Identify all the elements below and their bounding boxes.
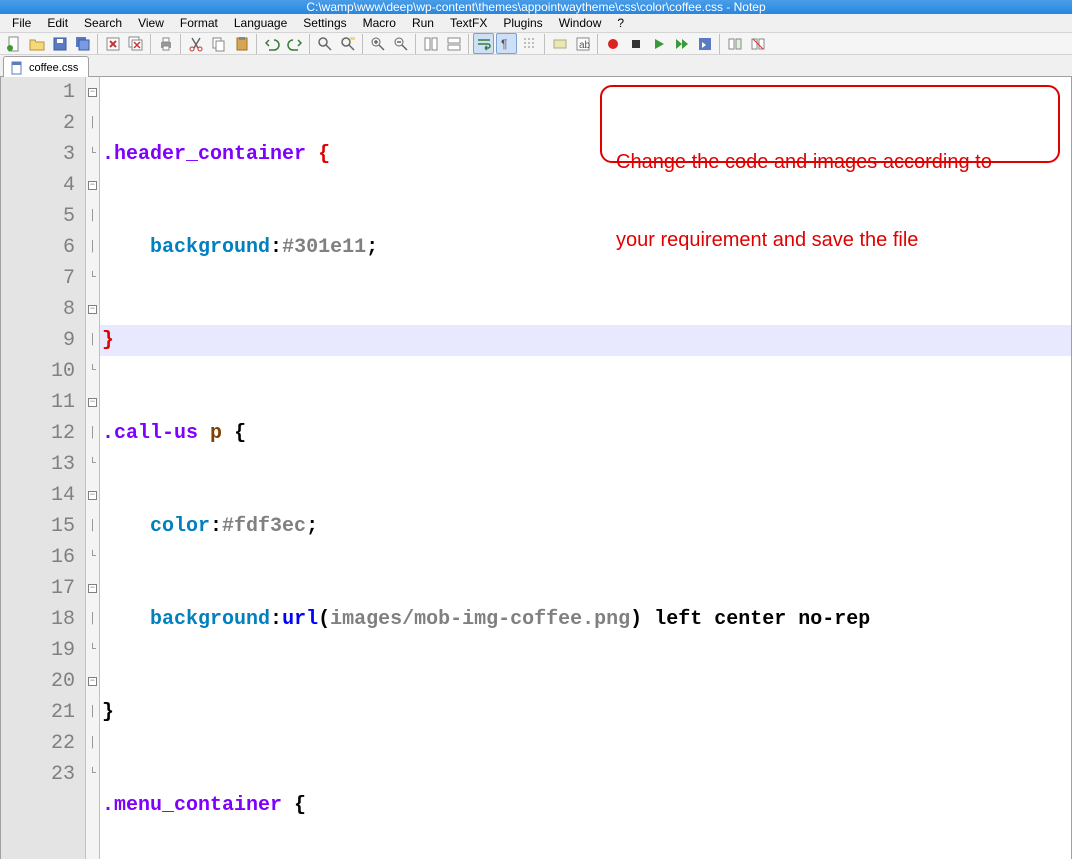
menu-help[interactable]: ?: [609, 14, 632, 32]
print-button[interactable]: [155, 33, 176, 54]
func-list-button[interactable]: ab: [572, 33, 593, 54]
tab-bar: coffee.css: [0, 55, 1072, 77]
replace-button[interactable]: [337, 33, 358, 54]
menu-language[interactable]: Language: [226, 14, 295, 32]
sync-v-button[interactable]: [420, 33, 441, 54]
menu-format[interactable]: Format: [172, 14, 226, 32]
editor: 1 2 3 4 5 6 7 8 9 10 11 12 13 14 15 16 1…: [0, 77, 1072, 859]
sync-h-button[interactable]: [443, 33, 464, 54]
zoom-in-button[interactable]: [367, 33, 388, 54]
fold-icon[interactable]: −: [88, 491, 97, 500]
annotation-callout: Change the code and images according to …: [600, 85, 1060, 163]
menu-bar: File Edit Search View Format Language Se…: [0, 14, 1072, 32]
code-area[interactable]: .header_container { background:#301e11; …: [100, 77, 1071, 859]
record-macro-button[interactable]: [602, 33, 623, 54]
menu-settings[interactable]: Settings: [295, 14, 354, 32]
svg-text:¶: ¶: [501, 37, 507, 51]
redo-button[interactable]: [284, 33, 305, 54]
save-all-button[interactable]: [72, 33, 93, 54]
zoom-out-button[interactable]: [390, 33, 411, 54]
file-icon: [10, 61, 24, 75]
close-all-button[interactable]: [125, 33, 146, 54]
new-button[interactable]: [3, 33, 24, 54]
show-all-chars-button[interactable]: ¶: [496, 33, 517, 54]
cut-button[interactable]: [185, 33, 206, 54]
menu-window[interactable]: Window: [551, 14, 610, 32]
menu-search[interactable]: Search: [76, 14, 130, 32]
undo-button[interactable]: [261, 33, 282, 54]
close-button[interactable]: [102, 33, 123, 54]
svg-text:ab: ab: [579, 40, 591, 51]
fold-icon[interactable]: −: [88, 181, 97, 190]
play-macro-button[interactable]: [648, 33, 669, 54]
wordwrap-button[interactable]: [473, 33, 494, 54]
play-multi-button[interactable]: [671, 33, 692, 54]
indent-guide-button[interactable]: [519, 33, 540, 54]
tab-label: coffee.css: [29, 62, 78, 74]
menu-textfx[interactable]: TextFX: [442, 14, 495, 32]
fold-column: − │ └ − │ │ └ − │ └ − │ └ − │ └ − │ └ − …: [86, 77, 100, 859]
fold-icon[interactable]: −: [88, 584, 97, 593]
save-button[interactable]: [49, 33, 70, 54]
find-button[interactable]: [314, 33, 335, 54]
menu-plugins[interactable]: Plugins: [495, 14, 550, 32]
clear-compare-button[interactable]: [747, 33, 768, 54]
menu-view[interactable]: View: [130, 14, 172, 32]
copy-button[interactable]: [208, 33, 229, 54]
window-title-bar: C:\wamp\www\deep\wp-content\themes\appoi…: [0, 0, 1072, 14]
line-number-gutter: 1 2 3 4 5 6 7 8 9 10 11 12 13 14 15 16 1…: [1, 77, 86, 859]
toolbar: ¶ ab: [0, 32, 1072, 55]
menu-file[interactable]: File: [4, 14, 39, 32]
compare-button[interactable]: [724, 33, 745, 54]
tab-coffee-css[interactable]: coffee.css: [3, 56, 89, 77]
fold-icon[interactable]: −: [88, 398, 97, 407]
menu-edit[interactable]: Edit: [39, 14, 76, 32]
fold-icon[interactable]: −: [88, 305, 97, 314]
menu-macro[interactable]: Macro: [355, 14, 404, 32]
lang-button[interactable]: [549, 33, 570, 54]
window-title: C:\wamp\www\deep\wp-content\themes\appoi…: [306, 0, 765, 14]
save-macro-button[interactable]: [694, 33, 715, 54]
paste-button[interactable]: [231, 33, 252, 54]
fold-icon[interactable]: −: [88, 677, 97, 686]
stop-macro-button[interactable]: [625, 33, 646, 54]
menu-run[interactable]: Run: [404, 14, 442, 32]
fold-icon[interactable]: −: [88, 88, 97, 97]
open-button[interactable]: [26, 33, 47, 54]
